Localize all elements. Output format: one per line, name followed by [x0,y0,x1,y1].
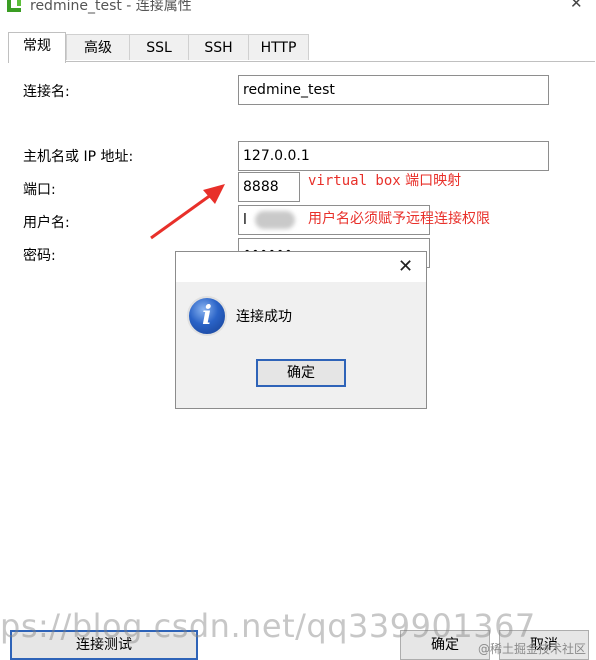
host-input[interactable]: 127.0.0.1 [238,141,549,171]
tab-panel-border [8,61,595,62]
tab-ssl[interactable]: SSL [129,34,189,60]
window-title: redmine_test - 连接属性 [30,0,192,14]
port-annotation-suffix: 端口映射 [405,173,462,189]
host-label: 主机名或 IP 地址: [23,149,134,165]
dialog-close-icon[interactable]: ✕ [398,256,413,277]
tab-general[interactable]: 常规 [8,32,66,63]
dialog-ok-button[interactable]: 确定 [256,359,346,387]
red-arrow-icon [150,184,225,240]
port-input[interactable]: 8888 [238,172,300,202]
window-close-icon[interactable]: ✕ [570,0,583,12]
info-icon: i [187,296,227,336]
juejin-watermark: @稀土掘金技术社区 [478,642,587,656]
success-dialog: ✕ i 连接成功 确定 [175,251,427,409]
test-connection-button[interactable]: 连接测试 [10,630,198,660]
username-value: l [243,212,247,228]
window-title-bar: redmine_test - 连接属性 ✕ [0,0,596,14]
password-label: 密码: [23,248,56,264]
dialog-message: 连接成功 [236,309,292,325]
connection-name-input[interactable]: redmine_test [238,75,549,105]
port-annotation: virtual box 端口映射 [308,170,461,190]
navicat-app-icon [7,0,21,12]
dialog-title-bar [176,252,426,282]
username-label: 用户名: [23,215,70,231]
tab-http[interactable]: HTTP [248,34,309,60]
port-label: 端口: [23,182,56,198]
tab-ssh[interactable]: SSH [188,34,249,60]
username-blur [255,211,296,229]
tab-advanced[interactable]: 高级 [66,34,130,60]
connection-name-label: 连接名: [23,84,70,100]
username-annotation: 用户名必须赋予远程连接权限 [308,211,490,227]
ok-button[interactable]: 确定 [400,630,490,660]
port-annotation-prefix: virtual box [308,173,401,189]
